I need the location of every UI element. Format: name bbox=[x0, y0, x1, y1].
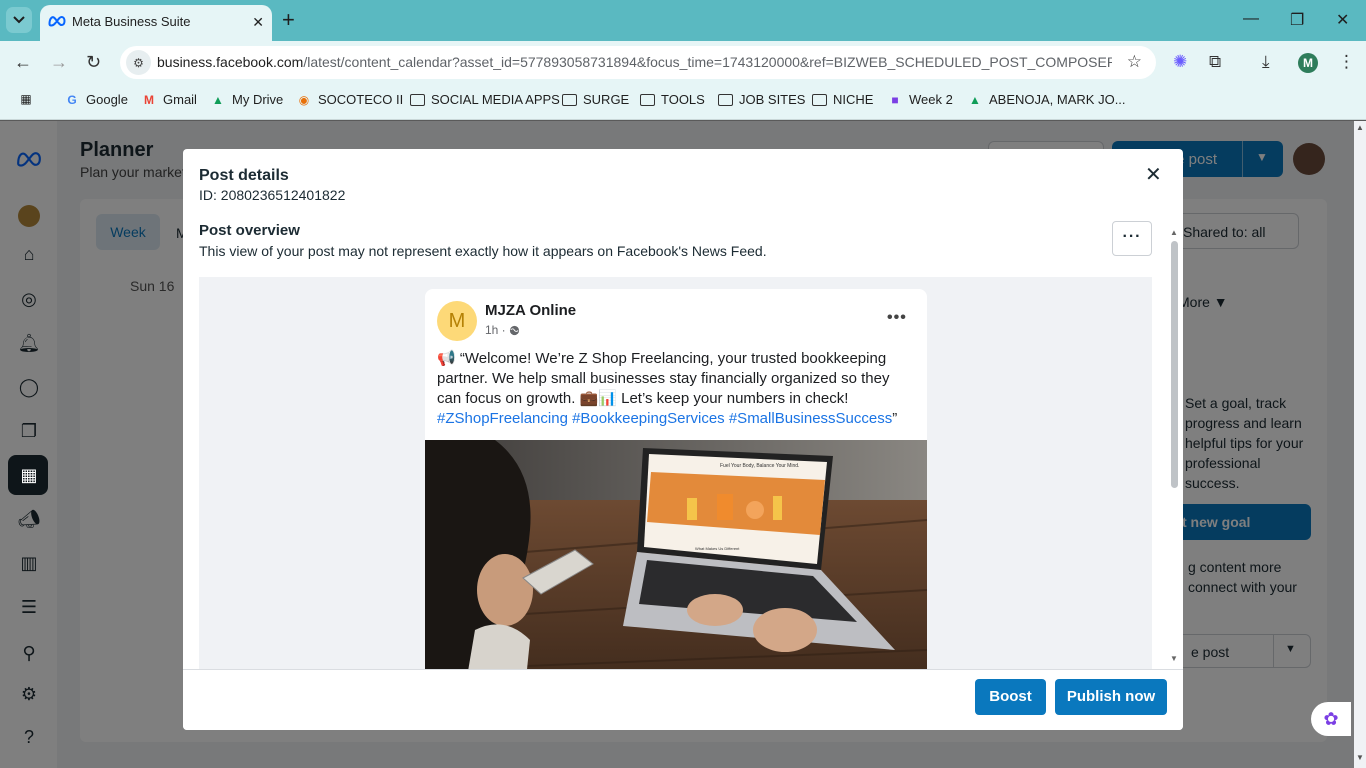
publish-now-button[interactable]: Publish now bbox=[1055, 679, 1167, 715]
forward-arrow-icon[interactable]: → bbox=[50, 52, 68, 73]
boost-button[interactable]: Boost bbox=[975, 679, 1046, 715]
bookmark-folder-surge[interactable]: SURGE bbox=[562, 92, 629, 107]
post-more-icon[interactable]: ••• bbox=[887, 309, 907, 327]
folder-icon bbox=[410, 93, 425, 106]
bookmark-folder-social-media-apps[interactable]: SOCIAL MEDIA APPS bbox=[410, 92, 560, 107]
assistant-brain-icon[interactable]: ✿ bbox=[1311, 702, 1351, 736]
minimize-icon[interactable]: — bbox=[1243, 10, 1259, 28]
drive-icon: ▲ bbox=[969, 92, 981, 107]
bookmark-my-drive[interactable]: ▲ My Drive bbox=[210, 92, 283, 107]
bookmark-socoteco[interactable]: ◉ SOCOTECO II bbox=[296, 92, 403, 107]
restore-icon[interactable]: ❐ bbox=[1290, 10, 1304, 30]
post-image[interactable]: Fuel Your Body, Balance Your Mind. What … bbox=[425, 440, 927, 669]
bookmark-folder-tools[interactable]: TOOLS bbox=[640, 92, 705, 107]
back-arrow-icon[interactable]: ← bbox=[14, 52, 32, 73]
new-tab-button[interactable]: + bbox=[282, 8, 295, 32]
dialog-footer: Boost Publish now bbox=[183, 669, 1183, 730]
window-close-icon[interactable]: ✕ bbox=[1336, 10, 1349, 30]
apps-grid-icon[interactable]: ▦ bbox=[18, 92, 34, 106]
bookmark-star-icon[interactable]: ☆ bbox=[1127, 52, 1142, 72]
bookmark-gmail[interactable]: M Gmail bbox=[141, 92, 197, 107]
page-name[interactable]: MJZA Online bbox=[485, 302, 576, 319]
bookmark-folder-job-sites[interactable]: JOB SITES bbox=[718, 92, 805, 107]
site-settings-icon[interactable]: ⚙ bbox=[126, 50, 151, 75]
extensions-puzzle-icon[interactable]: ⧉ bbox=[1209, 52, 1221, 72]
download-icon[interactable]: ⤓ bbox=[1262, 52, 1270, 72]
drive-icon: ▲ bbox=[212, 92, 224, 107]
scrollbar-thumb[interactable] bbox=[1171, 241, 1178, 488]
post-preview-area: M MJZA Online 1h · ••• 📢 “Welcome! We’re… bbox=[199, 277, 1152, 669]
form-icon: ■ bbox=[891, 92, 899, 107]
dialog-title: Post details bbox=[199, 167, 289, 184]
post-hashtags[interactable]: #ZShopFreelancing #BookkeepingServices #… bbox=[437, 410, 892, 427]
overview-subtitle: This view of your post may not represent… bbox=[199, 243, 767, 259]
reload-icon[interactable]: ↻ bbox=[86, 52, 101, 73]
browser-menu-icon[interactable]: ⋮ bbox=[1338, 52, 1355, 72]
overview-title: Post overview bbox=[199, 222, 300, 239]
screen-heading: Fuel Your Body, Balance Your Mind. bbox=[720, 463, 799, 469]
close-icon[interactable]: ✕ bbox=[1145, 165, 1162, 185]
dialog-scrollbar[interactable]: ▲ ▼ bbox=[1169, 228, 1181, 667]
facebook-post-card: M MJZA Online 1h · ••• 📢 “Welcome! We’re… bbox=[425, 289, 927, 669]
post-id: ID: 2080236512401822 bbox=[199, 187, 346, 203]
gmail-icon: M bbox=[144, 92, 154, 107]
google-icon: G bbox=[67, 92, 77, 107]
browser-tab-bar: Meta Business Suite ✕ + — ❐ ✕ bbox=[0, 0, 1366, 41]
page-avatar[interactable]: M bbox=[437, 301, 477, 341]
address-bar[interactable]: ⚙ business.facebook.com/latest/content_c… bbox=[120, 46, 1156, 79]
tab-close-icon[interactable]: ✕ bbox=[252, 14, 264, 31]
socoteco-icon: ◉ bbox=[298, 92, 310, 107]
tab-search-button[interactable] bbox=[6, 7, 32, 33]
bookmark-week-2[interactable]: ■ Week 2 bbox=[887, 92, 952, 107]
calendar-icon[interactable]: ▦ bbox=[16, 462, 42, 488]
bookmarks-bar: ▦ G Google M Gmail ▲ My Drive ◉ SOCOTECO II … bbox=[0, 84, 1366, 120]
meta-favicon-icon bbox=[48, 14, 66, 32]
more-options-button[interactable]: ··· bbox=[1112, 221, 1152, 256]
folder-icon bbox=[718, 93, 733, 106]
bookmark-abenoja[interactable]: ▲ ABENOJA, MARK JO... bbox=[967, 92, 1125, 107]
bookmark-folder-niche[interactable]: NICHE bbox=[812, 92, 873, 107]
bookmark-google[interactable]: G Google bbox=[64, 92, 128, 107]
globe-icon bbox=[509, 325, 519, 335]
profile-avatar[interactable]: M bbox=[1298, 53, 1318, 73]
post-meta: 1h · bbox=[485, 323, 520, 337]
page-scrollbar[interactable]: ▲ ▼ bbox=[1354, 121, 1366, 768]
folder-icon bbox=[562, 93, 577, 106]
url-text: business.facebook.com/latest/content_cal… bbox=[157, 54, 1112, 70]
chevron-down-icon bbox=[13, 16, 25, 24]
folder-icon bbox=[812, 93, 827, 106]
screen-footer: What Makes Us Different bbox=[695, 546, 740, 551]
post-body: 📢 “Welcome! We’re Z Shop Freelancing, yo… bbox=[437, 350, 898, 427]
browser-tab[interactable]: Meta Business Suite ✕ bbox=[40, 5, 272, 41]
post-details-dialog: Post details ID: 2080236512401822 ✕ Post… bbox=[183, 149, 1183, 730]
extension-flower-icon[interactable]: ✺ bbox=[1173, 52, 1187, 72]
tab-title: Meta Business Suite bbox=[72, 14, 191, 29]
folder-icon bbox=[640, 93, 655, 106]
